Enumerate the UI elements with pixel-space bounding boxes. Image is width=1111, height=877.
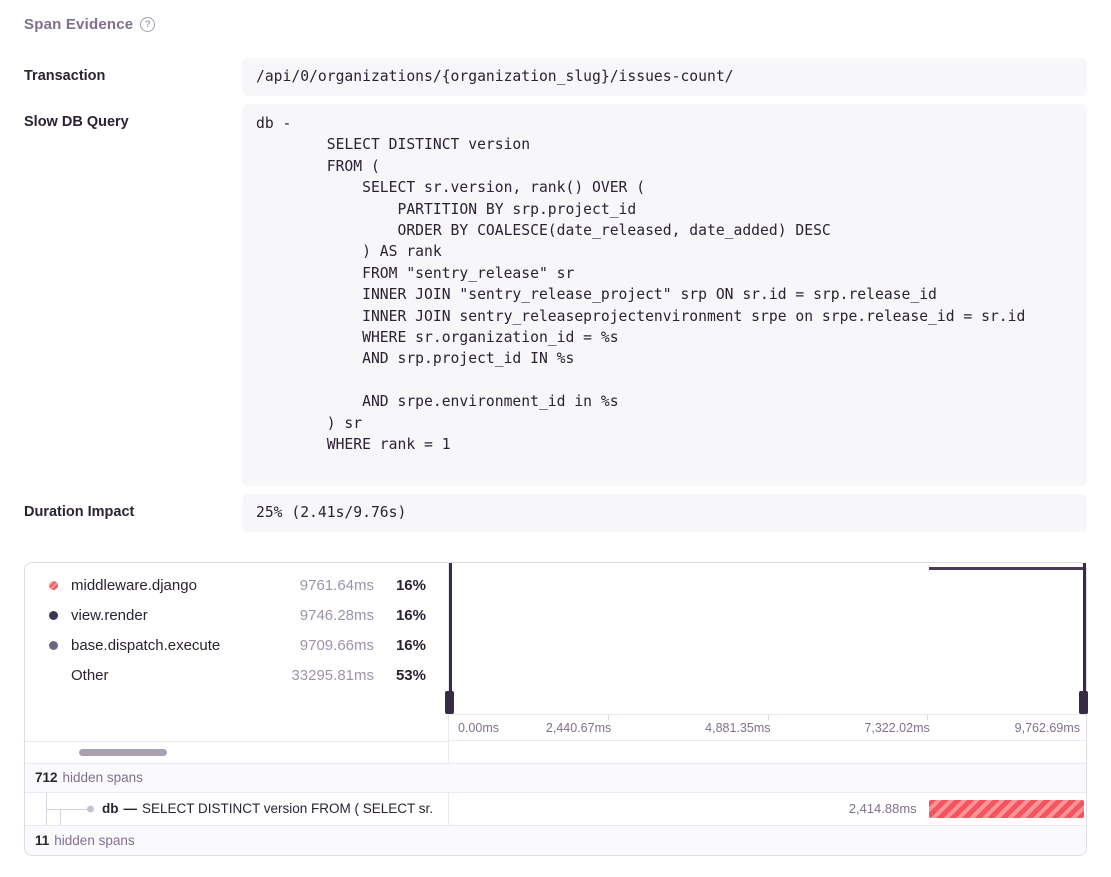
legend-swatch-icon xyxy=(49,611,58,620)
legend-name: Other xyxy=(71,667,262,684)
legend-row-other: Other 33295.81ms 53% xyxy=(25,661,448,691)
hidden-spans-count: 712 xyxy=(35,770,58,785)
axis-label: 7,322.02ms xyxy=(449,715,930,741)
span-op: db xyxy=(102,801,119,816)
legend-percent: 16% xyxy=(374,577,426,594)
legend-row-base-dispatch-execute: base.dispatch.execute 9709.66ms 16% xyxy=(25,631,448,661)
span-description: db — SELECT DISTINCT version FROM ( SELECT… xyxy=(102,801,433,816)
sql-code: db - SELECT DISTINCT version FROM ( SELE… xyxy=(256,113,1073,456)
help-icon[interactable]: ? xyxy=(140,17,155,32)
legend-panel: middleware.django 9761.64ms 16% view.ren… xyxy=(25,563,449,763)
hidden-spans-row-top[interactable]: 712 hidden spans xyxy=(25,764,1086,793)
horizontal-scrollbar-thumb[interactable] xyxy=(79,749,167,756)
slow-db-query-label: Slow DB Query xyxy=(24,104,242,130)
transaction-label: Transaction xyxy=(24,58,242,84)
time-axis: 0.00ms 2,440.67ms 4,881.35ms 7,322.02ms … xyxy=(449,715,1086,741)
tree-connector-line xyxy=(46,809,87,810)
minimap-panel: 0.00ms 2,440.67ms 4,881.35ms 7,322.02ms … xyxy=(449,563,1086,763)
minimap-right-grip[interactable] xyxy=(1079,691,1088,714)
hidden-spans-label: hidden spans xyxy=(63,770,143,785)
page-title: Span Evidence xyxy=(24,16,133,33)
legend-swatch-icon xyxy=(49,581,58,590)
legend-percent: 16% xyxy=(374,607,426,624)
chart-main-area: middleware.django 9761.64ms 16% view.ren… xyxy=(25,563,1086,764)
span-tree-chart: middleware.django 9761.64ms 16% view.ren… xyxy=(24,562,1087,856)
db-span-row[interactable]: db — SELECT DISTINCT version FROM ( SELECT… xyxy=(25,793,1086,826)
legend: middleware.django 9761.64ms 16% view.ren… xyxy=(25,563,448,741)
span-duration-bar[interactable] xyxy=(929,800,1084,818)
legend-swatch-icon xyxy=(49,641,58,650)
span-duration: 2,414.88ms xyxy=(849,793,917,825)
legend-name: base.dispatch.execute xyxy=(71,637,262,654)
db-span-description-cell: db — SELECT DISTINCT version FROM ( SELECT… xyxy=(25,793,449,825)
duration-impact-row: Duration Impact 25% (2.41s/9.76s) xyxy=(24,494,1087,532)
legend-scrollbar-track xyxy=(25,741,448,763)
legend-swatch-empty xyxy=(49,671,58,680)
slow-db-query-value: db - SELECT DISTINCT version FROM ( SELE… xyxy=(242,104,1087,486)
minimap-span-bar xyxy=(929,567,1086,570)
duration-impact-value: 25% (2.41s/9.76s) xyxy=(242,494,1087,532)
axis-spacer xyxy=(449,741,1086,763)
hidden-spans-count: 11 xyxy=(35,833,49,848)
transaction-row: Transaction /api/0/organizations/{organi… xyxy=(24,58,1087,96)
section-header: Span Evidence ? xyxy=(24,16,1087,33)
slow-db-query-row: Slow DB Query db - SELECT DISTINCT versi… xyxy=(24,104,1087,486)
axis-label: 9,762.69ms xyxy=(1015,715,1080,741)
legend-duration: 9761.64ms xyxy=(262,577,374,594)
duration-impact-label: Duration Impact xyxy=(24,494,242,520)
hidden-spans-label: hidden spans xyxy=(54,833,134,848)
legend-duration: 9746.28ms xyxy=(262,607,374,624)
legend-percent: 53% xyxy=(374,667,426,684)
span-minimap[interactable] xyxy=(449,563,1086,715)
transaction-value: /api/0/organizations/{organization_slug}… xyxy=(242,58,1087,96)
hidden-spans-row-bottom[interactable]: 11 hidden spans xyxy=(25,826,1086,855)
legend-name: middleware.django xyxy=(71,577,262,594)
tree-connector-dot xyxy=(87,805,94,812)
minimap-left-grip[interactable] xyxy=(445,691,454,714)
tree-connector-line xyxy=(60,809,61,825)
db-span-bar-cell: 2,414.88ms xyxy=(449,793,1086,825)
legend-duration: 33295.81ms xyxy=(262,667,374,684)
span-op-separator: — xyxy=(124,801,138,816)
legend-row-view-render: view.render 9746.28ms 16% xyxy=(25,601,448,631)
legend-percent: 16% xyxy=(374,637,426,654)
span-evidence-panel: Span Evidence ? Transaction /api/0/organ… xyxy=(0,0,1111,856)
span-query-text: SELECT DISTINCT version FROM ( SELECT sr… xyxy=(142,801,433,816)
legend-duration: 9709.66ms xyxy=(262,637,374,654)
legend-name: view.render xyxy=(71,607,262,624)
legend-row-middleware-django: middleware.django 9761.64ms 16% xyxy=(25,571,448,601)
